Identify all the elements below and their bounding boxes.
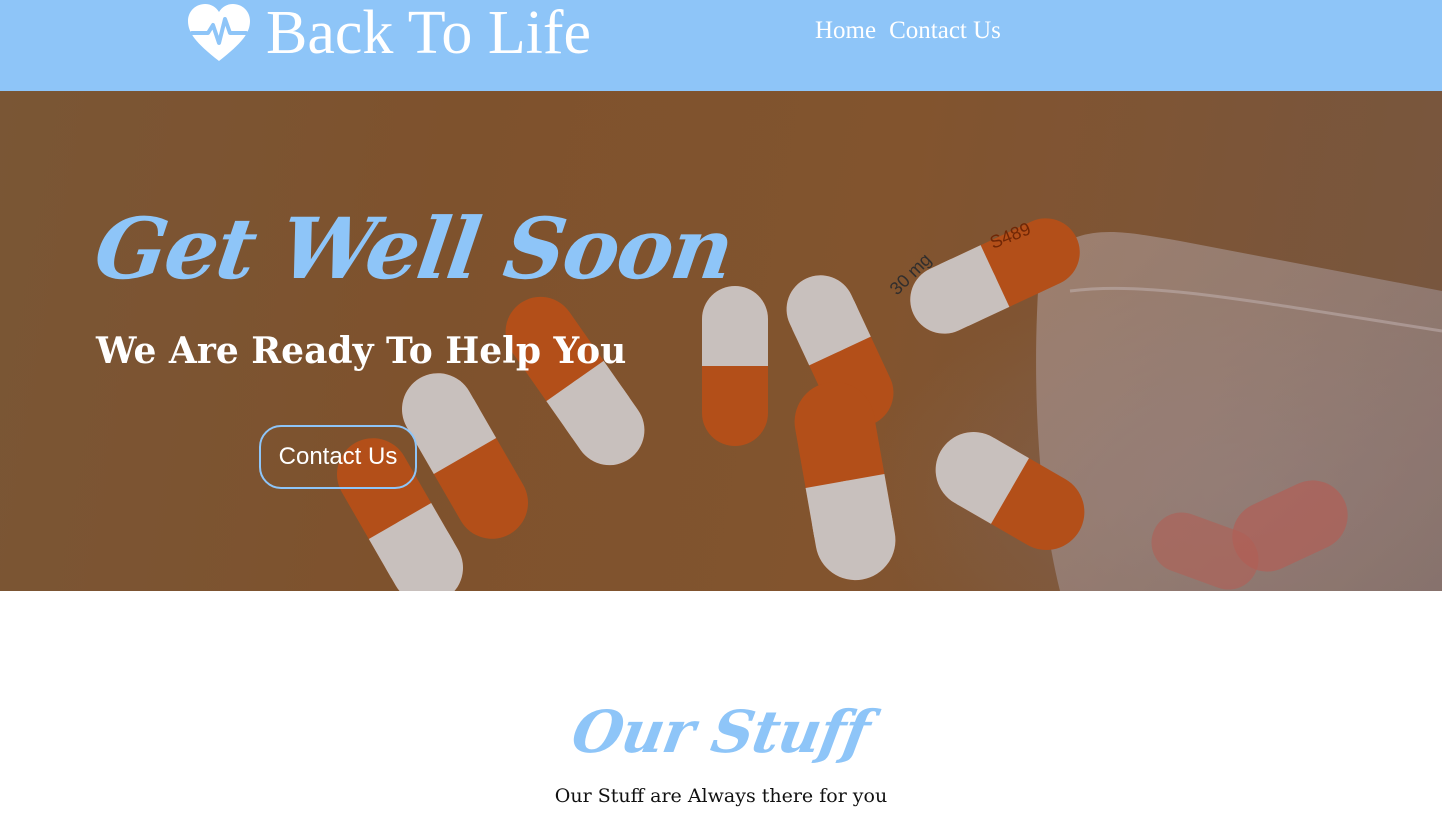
heart-pulse-icon — [188, 4, 250, 61]
hero-banner: 30 mg S489 Get Well Soon We Are Ready To… — [0, 91, 1442, 591]
logo-link[interactable]: Back To Life — [186, 0, 591, 66]
nav-link-contact-us[interactable]: Contact Us — [889, 14, 1001, 48]
main-nav: Home Contact Us — [815, 14, 1001, 48]
nav-link-home[interactable]: Home — [815, 14, 876, 48]
brand-name: Back To Life — [266, 0, 592, 67]
contact-us-button[interactable]: Contact Us — [259, 425, 417, 489]
staff-section-title-text: Our Stuff — [567, 698, 875, 766]
hero-title: Get Well Soon — [89, 199, 739, 298]
hero-subtitle: We Are Ready To Help You — [96, 330, 627, 372]
staff-section-title: Our Stuff — [0, 692, 1442, 772]
staff-section-subtitle: Our Stuff are Always there for you — [554, 785, 888, 807]
site-header: Back To Life Home Contact Us — [0, 0, 1442, 91]
